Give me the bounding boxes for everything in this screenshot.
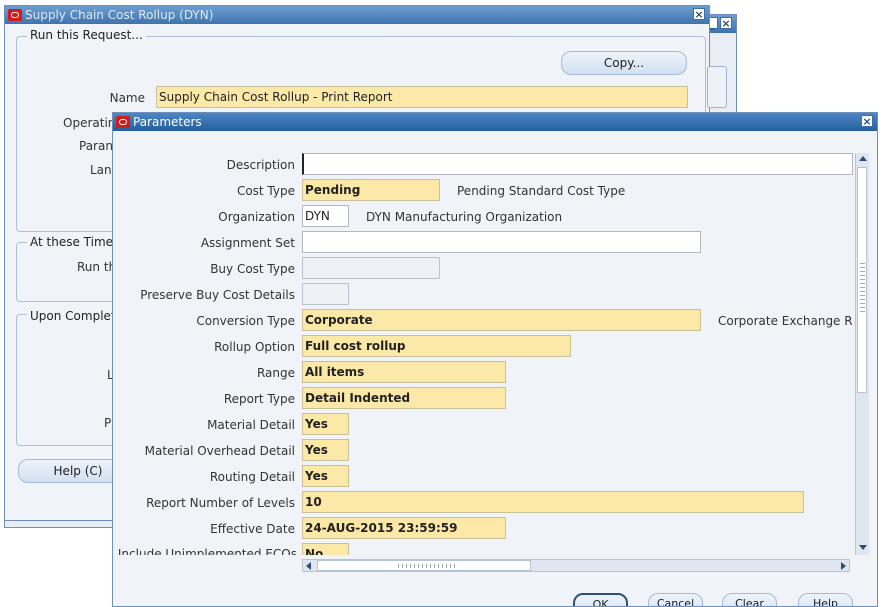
material-overhead-detail-field[interactable]: Yes — [302, 439, 349, 461]
description-label: Description — [226, 158, 295, 172]
range-field[interactable]: All items — [302, 361, 506, 383]
run-request-label: Run this Request... — [27, 28, 146, 42]
parameters-title: Parameters — [133, 115, 202, 129]
conversion-type-description: Corporate Exchange Ra — [718, 314, 852, 328]
copy-button[interactable]: Copy... — [561, 51, 687, 75]
rollup-option-field[interactable]: Full cost rollup — [302, 335, 571, 357]
ok-button[interactable]: OK — [573, 593, 628, 606]
cost-type-field[interactable]: Pending — [302, 179, 440, 201]
cost-rollup-title: Supply Chain Cost Rollup (DYN) — [25, 8, 214, 22]
conversion-type-field[interactable]: Corporate — [302, 309, 701, 331]
preserve-buy-cost-label: Preserve Buy Cost Details — [140, 288, 295, 302]
organization-label: Organization — [218, 210, 295, 224]
range-label: Range — [256, 366, 295, 380]
clip-row: Include Unimplemented ECOs No — [113, 541, 855, 555]
effective-date-field[interactable]: 24-AUG-2015 23:59:59 — [302, 517, 506, 539]
grip-icon — [860, 263, 865, 313]
close-icon[interactable]: × — [693, 8, 705, 20]
report-levels-label: Report Number of Levels — [146, 496, 295, 510]
scroll-hthumb[interactable] — [317, 560, 531, 571]
report-type-label: Report Type — [223, 392, 295, 406]
scroll-left-icon[interactable] — [306, 562, 311, 570]
include-ecos-label: Include Unimplemented ECOs — [117, 547, 297, 555]
clear-button[interactable]: Clear — [722, 593, 777, 606]
routing-detail-label: Routing Detail — [209, 470, 295, 484]
run-job-label: Run th — [77, 260, 117, 274]
report-levels-field[interactable]: 10 — [302, 491, 804, 513]
parameters-titlebar: Parameters — [113, 113, 877, 131]
buy-cost-type-field[interactable] — [302, 257, 440, 279]
upon-completion-label: Upon Complet — [27, 309, 119, 323]
scroll-down-icon[interactable] — [859, 545, 867, 550]
rollup-option-label: Rollup Option — [214, 340, 295, 354]
organization-description: DYN Manufacturing Organization — [366, 210, 563, 224]
button-row: OK Cancel Clear Help — [113, 591, 877, 606]
routing-detail-field[interactable]: Yes — [302, 465, 349, 487]
assignment-set-label: Assignment Set — [200, 236, 295, 250]
oracle-icon — [8, 9, 22, 21]
cost-type-description: Pending Standard Cost Type — [457, 184, 626, 198]
material-detail-field[interactable]: Yes — [302, 413, 349, 435]
name-label: Name — [109, 91, 145, 105]
language-label: Lan — [90, 163, 112, 177]
grip-icon — [398, 564, 458, 568]
effective-date-label: Effective Date — [210, 522, 295, 536]
name-field[interactable]: Supply Chain Cost Rollup - Print Report — [156, 86, 688, 108]
report-type-field[interactable]: Detail Indented — [302, 387, 506, 409]
parameters-dialog: Parameters × Description Cost Type Pendi… — [112, 112, 878, 607]
assignment-set-field[interactable] — [302, 231, 701, 253]
parameters-label: Paran — [79, 139, 113, 153]
material-overhead-detail-label: Material Overhead Detail — [144, 444, 295, 458]
include-ecos-field[interactable]: No — [302, 543, 349, 555]
oracle-icon — [116, 116, 130, 128]
horizontal-scrollbar[interactable] — [302, 559, 850, 572]
schedule-group-label: At these Time — [27, 235, 117, 249]
cost-rollup-titlebar: Supply Chain Cost Rollup (DYN) — [5, 6, 709, 24]
cost-type-label: Cost Type — [236, 184, 295, 198]
vertical-scrollbar[interactable] — [855, 153, 869, 555]
cancel-button[interactable]: Cancel — [648, 593, 703, 606]
help-button[interactable]: Help — [798, 593, 853, 606]
scroll-right-icon[interactable] — [841, 562, 846, 570]
close-icon[interactable]: × — [861, 115, 873, 127]
buy-cost-type-label: Buy Cost Type — [210, 262, 295, 276]
close-icon[interactable]: × — [720, 17, 732, 29]
back-window-edge — [707, 66, 727, 108]
description-field[interactable] — [302, 153, 853, 175]
preserve-buy-cost-field[interactable] — [302, 283, 349, 305]
material-detail-label: Material Detail — [207, 418, 295, 432]
operating-unit-label: Operatin — [63, 116, 116, 130]
scroll-thumb[interactable] — [857, 167, 867, 393]
scroll-up-icon[interactable] — [859, 156, 867, 161]
organization-field[interactable]: DYN — [302, 205, 349, 227]
conversion-type-label: Conversion Type — [196, 314, 295, 328]
print-label: P — [104, 416, 112, 430]
